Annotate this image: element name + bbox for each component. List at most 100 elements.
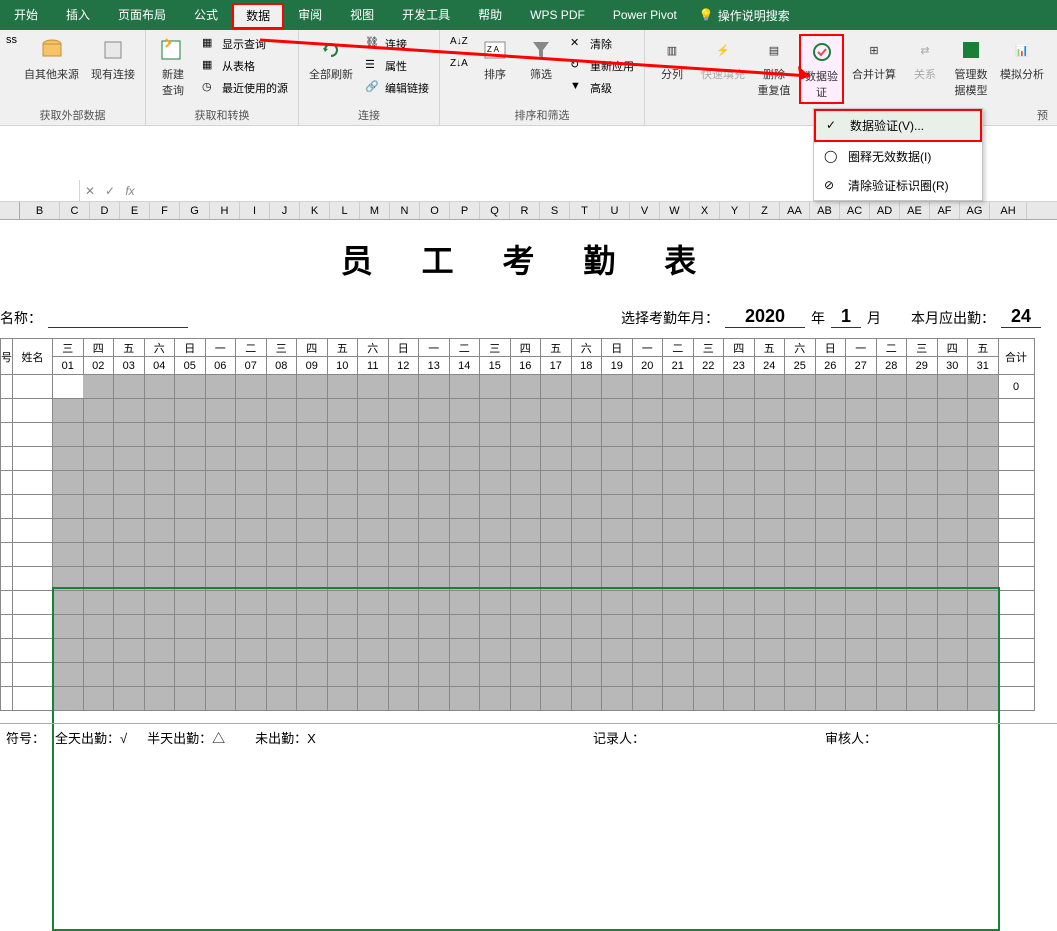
cell[interactable] bbox=[815, 543, 846, 567]
cell[interactable] bbox=[876, 423, 907, 447]
cell[interactable] bbox=[510, 495, 541, 519]
cell[interactable] bbox=[663, 375, 694, 399]
cell[interactable] bbox=[876, 591, 907, 615]
btn-whatif[interactable]: 📊模拟分析 bbox=[996, 34, 1048, 84]
btn-data-model[interactable]: 管理数 据模型 bbox=[950, 34, 992, 100]
col-header[interactable]: O bbox=[420, 202, 450, 219]
cell[interactable] bbox=[1, 639, 13, 663]
cell[interactable] bbox=[785, 423, 816, 447]
cell[interactable] bbox=[388, 591, 419, 615]
col-header[interactable]: E bbox=[120, 202, 150, 219]
cell[interactable] bbox=[937, 447, 968, 471]
cell[interactable] bbox=[297, 423, 328, 447]
cell[interactable] bbox=[754, 663, 785, 687]
cell[interactable] bbox=[937, 639, 968, 663]
col-header[interactable]: AA bbox=[780, 202, 810, 219]
cell[interactable] bbox=[13, 615, 53, 639]
cell[interactable] bbox=[480, 375, 511, 399]
cell[interactable] bbox=[785, 687, 816, 711]
col-header[interactable]: T bbox=[570, 202, 600, 219]
cell[interactable] bbox=[754, 591, 785, 615]
cell[interactable] bbox=[83, 399, 114, 423]
btn-consolidate[interactable]: ⊞合并计算 bbox=[848, 34, 900, 84]
cell[interactable] bbox=[327, 591, 358, 615]
cell[interactable] bbox=[144, 399, 175, 423]
cell[interactable] bbox=[571, 375, 602, 399]
cell[interactable] bbox=[144, 687, 175, 711]
btn-advanced[interactable]: ▼高级 bbox=[566, 78, 638, 98]
btn-connections[interactable]: ⛓连接 bbox=[361, 34, 433, 54]
cell[interactable] bbox=[876, 495, 907, 519]
cell[interactable] bbox=[876, 615, 907, 639]
cell[interactable] bbox=[998, 399, 1034, 423]
cell[interactable] bbox=[236, 495, 267, 519]
cell[interactable] bbox=[1, 519, 13, 543]
cell[interactable] bbox=[907, 639, 938, 663]
menu-wps[interactable]: WPS PDF bbox=[516, 0, 599, 30]
cell[interactable] bbox=[53, 639, 84, 663]
cell[interactable] bbox=[602, 615, 633, 639]
col-header[interactable]: M bbox=[360, 202, 390, 219]
cell[interactable] bbox=[205, 399, 236, 423]
cell[interactable] bbox=[602, 519, 633, 543]
cell[interactable] bbox=[449, 663, 480, 687]
col-header[interactable]: U bbox=[600, 202, 630, 219]
cell[interactable] bbox=[327, 519, 358, 543]
cell[interactable] bbox=[724, 447, 755, 471]
cell[interactable] bbox=[632, 399, 663, 423]
cell[interactable] bbox=[571, 495, 602, 519]
cell[interactable] bbox=[724, 495, 755, 519]
cell[interactable] bbox=[785, 591, 816, 615]
cell[interactable] bbox=[53, 567, 84, 591]
cell[interactable] bbox=[83, 687, 114, 711]
cell[interactable] bbox=[541, 447, 572, 471]
cell[interactable] bbox=[815, 423, 846, 447]
cell[interactable] bbox=[968, 687, 999, 711]
cell[interactable] bbox=[846, 543, 877, 567]
cell[interactable] bbox=[205, 543, 236, 567]
cell[interactable] bbox=[480, 543, 511, 567]
cell[interactable] bbox=[846, 471, 877, 495]
cell[interactable] bbox=[693, 423, 724, 447]
cell[interactable] bbox=[632, 519, 663, 543]
cell[interactable] bbox=[205, 663, 236, 687]
menu-layout[interactable]: 页面布局 bbox=[104, 0, 180, 30]
col-header[interactable]: AD bbox=[870, 202, 900, 219]
col-header[interactable]: P bbox=[450, 202, 480, 219]
cell[interactable] bbox=[693, 471, 724, 495]
cell[interactable] bbox=[236, 423, 267, 447]
worksheet[interactable]: 员 工 考 勤 表 名称： 选择考勤年月： 2020 年 1 月 本月应出勤： … bbox=[0, 220, 1057, 711]
cell[interactable] bbox=[327, 375, 358, 399]
cell[interactable] bbox=[449, 471, 480, 495]
cell[interactable] bbox=[358, 375, 389, 399]
btn-filter[interactable]: 筛选 bbox=[520, 34, 562, 84]
cell[interactable] bbox=[13, 375, 53, 399]
cell[interactable] bbox=[632, 567, 663, 591]
menu-view[interactable]: 视图 bbox=[336, 0, 388, 30]
cell[interactable] bbox=[876, 567, 907, 591]
cell[interactable] bbox=[846, 399, 877, 423]
cell[interactable] bbox=[53, 423, 84, 447]
col-header[interactable]: H bbox=[210, 202, 240, 219]
name-box[interactable] bbox=[0, 180, 80, 201]
cell[interactable] bbox=[419, 663, 450, 687]
cell[interactable] bbox=[358, 471, 389, 495]
cell[interactable] bbox=[419, 423, 450, 447]
cell[interactable] bbox=[449, 591, 480, 615]
cell[interactable] bbox=[480, 447, 511, 471]
dd-clear-circles[interactable]: ⊘清除验证标识圈(R) bbox=[814, 171, 982, 200]
cell[interactable] bbox=[937, 375, 968, 399]
cell[interactable] bbox=[876, 471, 907, 495]
cell[interactable] bbox=[663, 639, 694, 663]
cell[interactable] bbox=[846, 687, 877, 711]
cell[interactable] bbox=[571, 663, 602, 687]
cell[interactable] bbox=[388, 519, 419, 543]
btn-new-query[interactable]: 新建 查询 bbox=[152, 34, 194, 100]
cell[interactable] bbox=[571, 447, 602, 471]
cell[interactable] bbox=[480, 687, 511, 711]
cell[interactable] bbox=[114, 399, 145, 423]
cell[interactable] bbox=[632, 615, 663, 639]
cell[interactable] bbox=[327, 615, 358, 639]
cell[interactable] bbox=[754, 471, 785, 495]
cell[interactable] bbox=[53, 663, 84, 687]
